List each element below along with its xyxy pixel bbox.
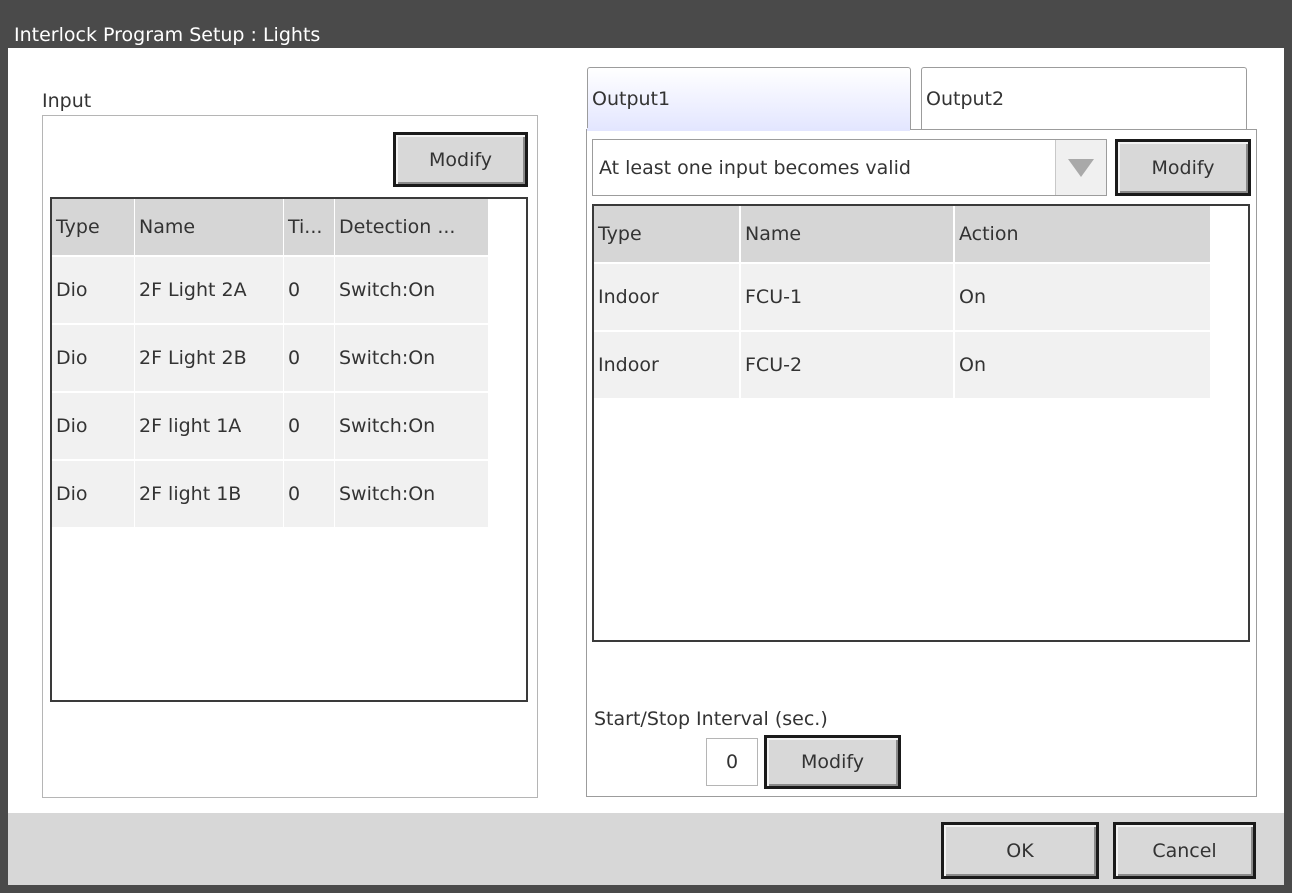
input-col-name[interactable]: Name — [135, 199, 283, 255]
condition-select[interactable]: At least one input becomes valid — [592, 139, 1107, 196]
input-row-4-time[interactable]: 0 — [284, 461, 334, 527]
output-modify-button[interactable]: Modify — [1115, 139, 1251, 196]
condition-select-value: At least one input becomes valid — [599, 156, 911, 179]
input-row-1-name[interactable]: 2F Light 2A — [135, 257, 283, 323]
interval-modify-button[interactable]: Modify — [764, 735, 901, 789]
input-modify-button[interactable]: Modify — [393, 132, 528, 187]
input-row-3-time[interactable]: 0 — [284, 393, 334, 459]
input-col-detection[interactable]: Detection ... — [335, 199, 488, 255]
dropdown-button[interactable] — [1055, 140, 1106, 195]
tab-output1-joiner — [587, 128, 910, 131]
output-row-1-name[interactable]: FCU-1 — [741, 264, 953, 330]
output-row-2-type[interactable]: Indoor — [594, 332, 739, 398]
input-row-4-type[interactable]: Dio — [52, 461, 134, 527]
input-row-1-time[interactable]: 0 — [284, 257, 334, 323]
tab-output2[interactable]: Output2 — [921, 67, 1247, 130]
output-col-name[interactable]: Name — [741, 206, 953, 262]
window-title: Interlock Program Setup : Lights — [14, 24, 321, 46]
tab-output1[interactable]: Output1 — [587, 67, 911, 130]
input-row-2-type[interactable]: Dio — [52, 325, 134, 391]
output-row-2-action[interactable]: On — [955, 332, 1210, 398]
input-row-1-detection[interactable]: Switch:On — [335, 257, 488, 323]
input-row-2-detection[interactable]: Switch:On — [335, 325, 488, 391]
output-col-type[interactable]: Type — [594, 206, 739, 262]
input-table: Type Name Ti... Detection ... Dio 2F Lig… — [50, 197, 528, 702]
input-col-time[interactable]: Ti... — [284, 199, 334, 255]
input-row-3-type[interactable]: Dio — [52, 393, 134, 459]
input-row-1-type[interactable]: Dio — [52, 257, 134, 323]
input-row-2-name[interactable]: 2F Light 2B — [135, 325, 283, 391]
title-bar: Interlock Program Setup : Lights — [0, 0, 1292, 48]
interval-label: Start/Stop Interval (sec.) — [594, 708, 828, 730]
tab-output2-label: Output2 — [926, 88, 1005, 110]
input-row-4-detection[interactable]: Switch:On — [335, 461, 488, 527]
output-table: Type Name Action Indoor FCU-1 On Indoor … — [592, 204, 1250, 642]
input-label: Input — [42, 90, 92, 112]
output-row-1-type[interactable]: Indoor — [594, 264, 739, 330]
interval-input[interactable]: 0 — [706, 738, 758, 786]
tab-output1-label: Output1 — [592, 88, 671, 110]
input-row-2-time[interactable]: 0 — [284, 325, 334, 391]
input-row-4-name[interactable]: 2F light 1B — [135, 461, 283, 527]
chevron-down-icon — [1068, 158, 1094, 177]
ok-button[interactable]: OK — [941, 822, 1099, 879]
cancel-button[interactable]: Cancel — [1113, 822, 1256, 879]
output-row-1-action[interactable]: On — [955, 264, 1210, 330]
input-row-3-name[interactable]: 2F light 1A — [135, 393, 283, 459]
input-row-3-detection[interactable]: Switch:On — [335, 393, 488, 459]
output-row-2-name[interactable]: FCU-2 — [741, 332, 953, 398]
output-col-action[interactable]: Action — [955, 206, 1210, 262]
input-col-type[interactable]: Type — [52, 199, 134, 255]
